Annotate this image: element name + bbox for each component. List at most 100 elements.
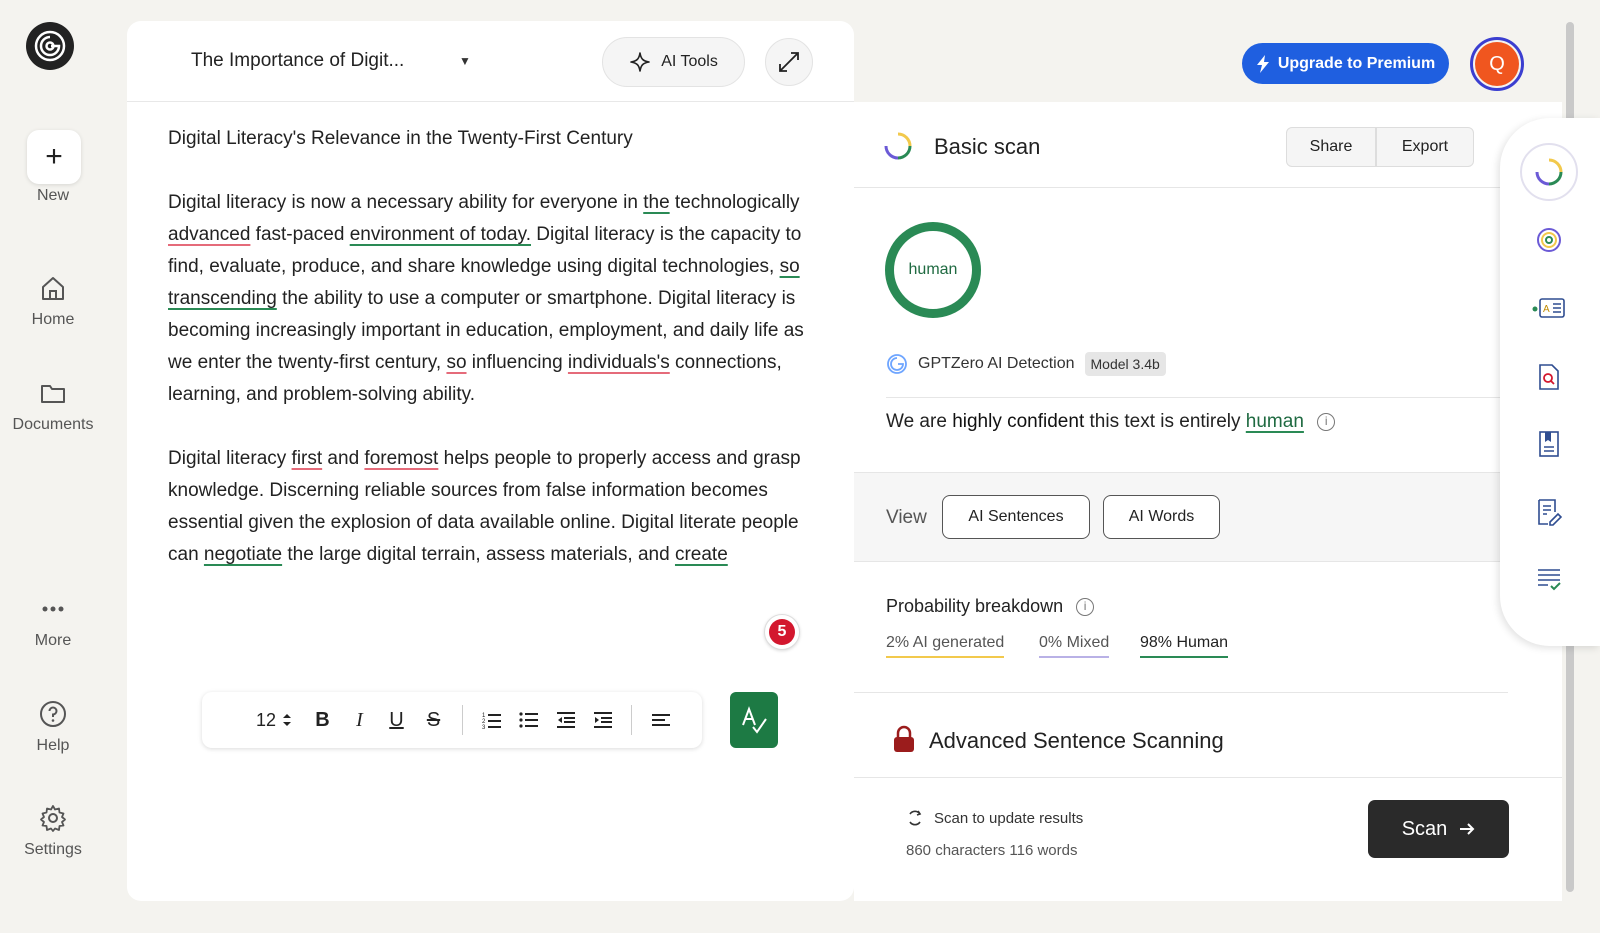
gptzero-logo[interactable] bbox=[26, 22, 74, 70]
refresh-icon bbox=[909, 810, 922, 826]
italic-button[interactable]: I bbox=[341, 702, 378, 738]
ordered-list-icon: 123 bbox=[482, 713, 501, 729]
rail-edit-doc-button[interactable] bbox=[1529, 492, 1569, 532]
outdent-button[interactable] bbox=[547, 702, 584, 738]
suggestion-highlight[interactable]: create bbox=[675, 544, 728, 565]
error-highlight[interactable]: advanced bbox=[168, 224, 250, 245]
rail-bookmark-doc-button[interactable] bbox=[1529, 424, 1569, 464]
confidence-statement: We are highly confident this text is ent… bbox=[886, 411, 1336, 433]
export-label: Export bbox=[1401, 138, 1449, 155]
nav-item-home[interactable]: Home bbox=[0, 273, 106, 329]
info-icon[interactable]: i bbox=[1317, 412, 1336, 431]
toolbar-divider bbox=[631, 705, 632, 735]
underline-button[interactable]: U bbox=[378, 702, 415, 738]
rail-target-button[interactable] bbox=[1529, 220, 1569, 260]
rail-checklist-button[interactable] bbox=[1529, 560, 1569, 600]
confidence-mid: this text is entirely bbox=[1084, 411, 1246, 432]
scan-footer: Scan to update results 860 characters 11… bbox=[854, 777, 1562, 901]
confidence-strong: highly confident bbox=[952, 411, 1085, 432]
bold-button[interactable]: B bbox=[304, 702, 341, 738]
more-label: More bbox=[34, 632, 72, 649]
expand-icon bbox=[779, 52, 799, 72]
prob-mixed[interactable]: 0% Mixed bbox=[1039, 634, 1110, 658]
prob-human[interactable]: 98% Human bbox=[1140, 634, 1229, 658]
export-button[interactable]: Export bbox=[1376, 127, 1474, 167]
text-run: the large digital terrain, assess materi… bbox=[282, 544, 675, 565]
spellcheck-button[interactable] bbox=[730, 692, 778, 748]
italic-icon: I bbox=[356, 708, 363, 731]
update-hint: Scan to update results bbox=[906, 809, 1083, 827]
ai-sentences-label: AI Sentences bbox=[968, 508, 1064, 525]
document-title[interactable]: The Importance of Digit... bbox=[191, 50, 404, 72]
document-heading: Digital Literacy's Relevance in the Twen… bbox=[168, 128, 633, 149]
sparkle-icon bbox=[630, 52, 650, 72]
scan-title: Basic scan bbox=[934, 134, 1041, 159]
help-icon bbox=[40, 701, 66, 727]
nav-item-settings[interactable]: Settings bbox=[0, 803, 106, 859]
issue-count: 5 bbox=[769, 619, 795, 645]
error-highlight[interactable]: so bbox=[446, 352, 466, 373]
share-button[interactable]: Share bbox=[1286, 127, 1376, 167]
rail-scan-button[interactable] bbox=[1520, 143, 1578, 201]
rail-plagiarism-button[interactable] bbox=[1529, 357, 1569, 397]
suggestion-highlight[interactable]: negotiate bbox=[204, 544, 282, 565]
folder-icon bbox=[41, 385, 65, 403]
svg-text:3: 3 bbox=[482, 725, 486, 729]
ai-sentences-button[interactable]: AI Sentences bbox=[942, 495, 1090, 539]
document-body[interactable]: Digital Literacy's Relevance in the Twen… bbox=[168, 123, 828, 603]
expand-button[interactable] bbox=[765, 38, 813, 86]
stepper-icon bbox=[283, 714, 292, 726]
paragraph-2: Digital literacy first and foremost help… bbox=[168, 443, 828, 571]
new-label-text: New bbox=[36, 187, 69, 204]
text-run: and bbox=[322, 448, 365, 469]
error-highlight[interactable]: foremost bbox=[364, 448, 438, 469]
rail-compare-button[interactable]: A bbox=[1529, 288, 1569, 328]
text-run: influencing bbox=[466, 352, 568, 373]
suggestion-highlight[interactable]: the bbox=[643, 192, 669, 213]
detector-name: GPTZero AI Detection bbox=[918, 355, 1075, 372]
avatar[interactable]: Q bbox=[1470, 37, 1524, 91]
ai-tools-label: AI Tools bbox=[661, 53, 718, 70]
ai-words-button[interactable]: AI Words bbox=[1103, 495, 1220, 539]
editor-header: The Importance of Digit... ▼ AI Tools bbox=[127, 21, 854, 102]
share-label: Share bbox=[1309, 138, 1353, 155]
result-donut: human bbox=[885, 222, 981, 318]
nav-item-documents[interactable]: Documents bbox=[0, 378, 106, 434]
bullet-list-button[interactable] bbox=[510, 702, 547, 738]
bold-icon: B bbox=[315, 708, 330, 731]
upgrade-label: Upgrade to Premium bbox=[1277, 54, 1436, 72]
ordered-list-button[interactable]: 123 bbox=[473, 702, 510, 738]
new-document-button[interactable]: + bbox=[27, 130, 81, 184]
indent-button[interactable] bbox=[584, 702, 621, 738]
issue-count-badge[interactable]: 5 bbox=[764, 614, 800, 650]
strikethrough-icon: S bbox=[426, 708, 441, 731]
nav-item-more[interactable]: More bbox=[0, 594, 106, 650]
info-icon[interactable]: i bbox=[1076, 598, 1095, 617]
logo-icon bbox=[34, 30, 66, 62]
nav-item-help[interactable]: Help bbox=[0, 699, 106, 755]
font-size-stepper[interactable]: 12 bbox=[244, 702, 304, 738]
underline-icon: U bbox=[389, 708, 404, 731]
character-word-count: 860 characters 116 words bbox=[906, 842, 1078, 859]
error-highlight[interactable]: first bbox=[292, 448, 323, 469]
format-toolbar: 12 B I U S 123 bbox=[202, 692, 702, 748]
detector-row: GPTZero AI Detection Model 3.4b bbox=[886, 352, 1166, 376]
align-button[interactable] bbox=[642, 702, 679, 738]
ai-tools-button[interactable]: AI Tools bbox=[602, 37, 745, 87]
upgrade-premium-button[interactable]: Upgrade to Premium bbox=[1242, 43, 1449, 84]
gear-icon bbox=[40, 805, 66, 832]
strikethrough-button[interactable]: S bbox=[415, 702, 452, 738]
document-search-icon bbox=[1539, 364, 1559, 390]
editor-card: The Importance of Digit... ▼ AI Tools Di… bbox=[127, 21, 854, 901]
toolbar-divider bbox=[462, 705, 463, 735]
error-highlight[interactable]: individuals's bbox=[568, 352, 670, 373]
scan-button-label: Scan bbox=[1401, 817, 1448, 840]
scan-button[interactable]: Scan bbox=[1368, 800, 1509, 858]
lock-icon bbox=[894, 725, 914, 752]
caret-down-icon[interactable]: ▼ bbox=[459, 54, 471, 68]
suggestion-highlight[interactable]: environment of today. bbox=[350, 224, 531, 245]
outdent-icon bbox=[556, 712, 575, 728]
help-label: Help bbox=[36, 737, 70, 754]
probability-title: Probability breakdown i bbox=[886, 596, 1095, 617]
prob-ai[interactable]: 2% AI generated bbox=[886, 634, 1005, 658]
